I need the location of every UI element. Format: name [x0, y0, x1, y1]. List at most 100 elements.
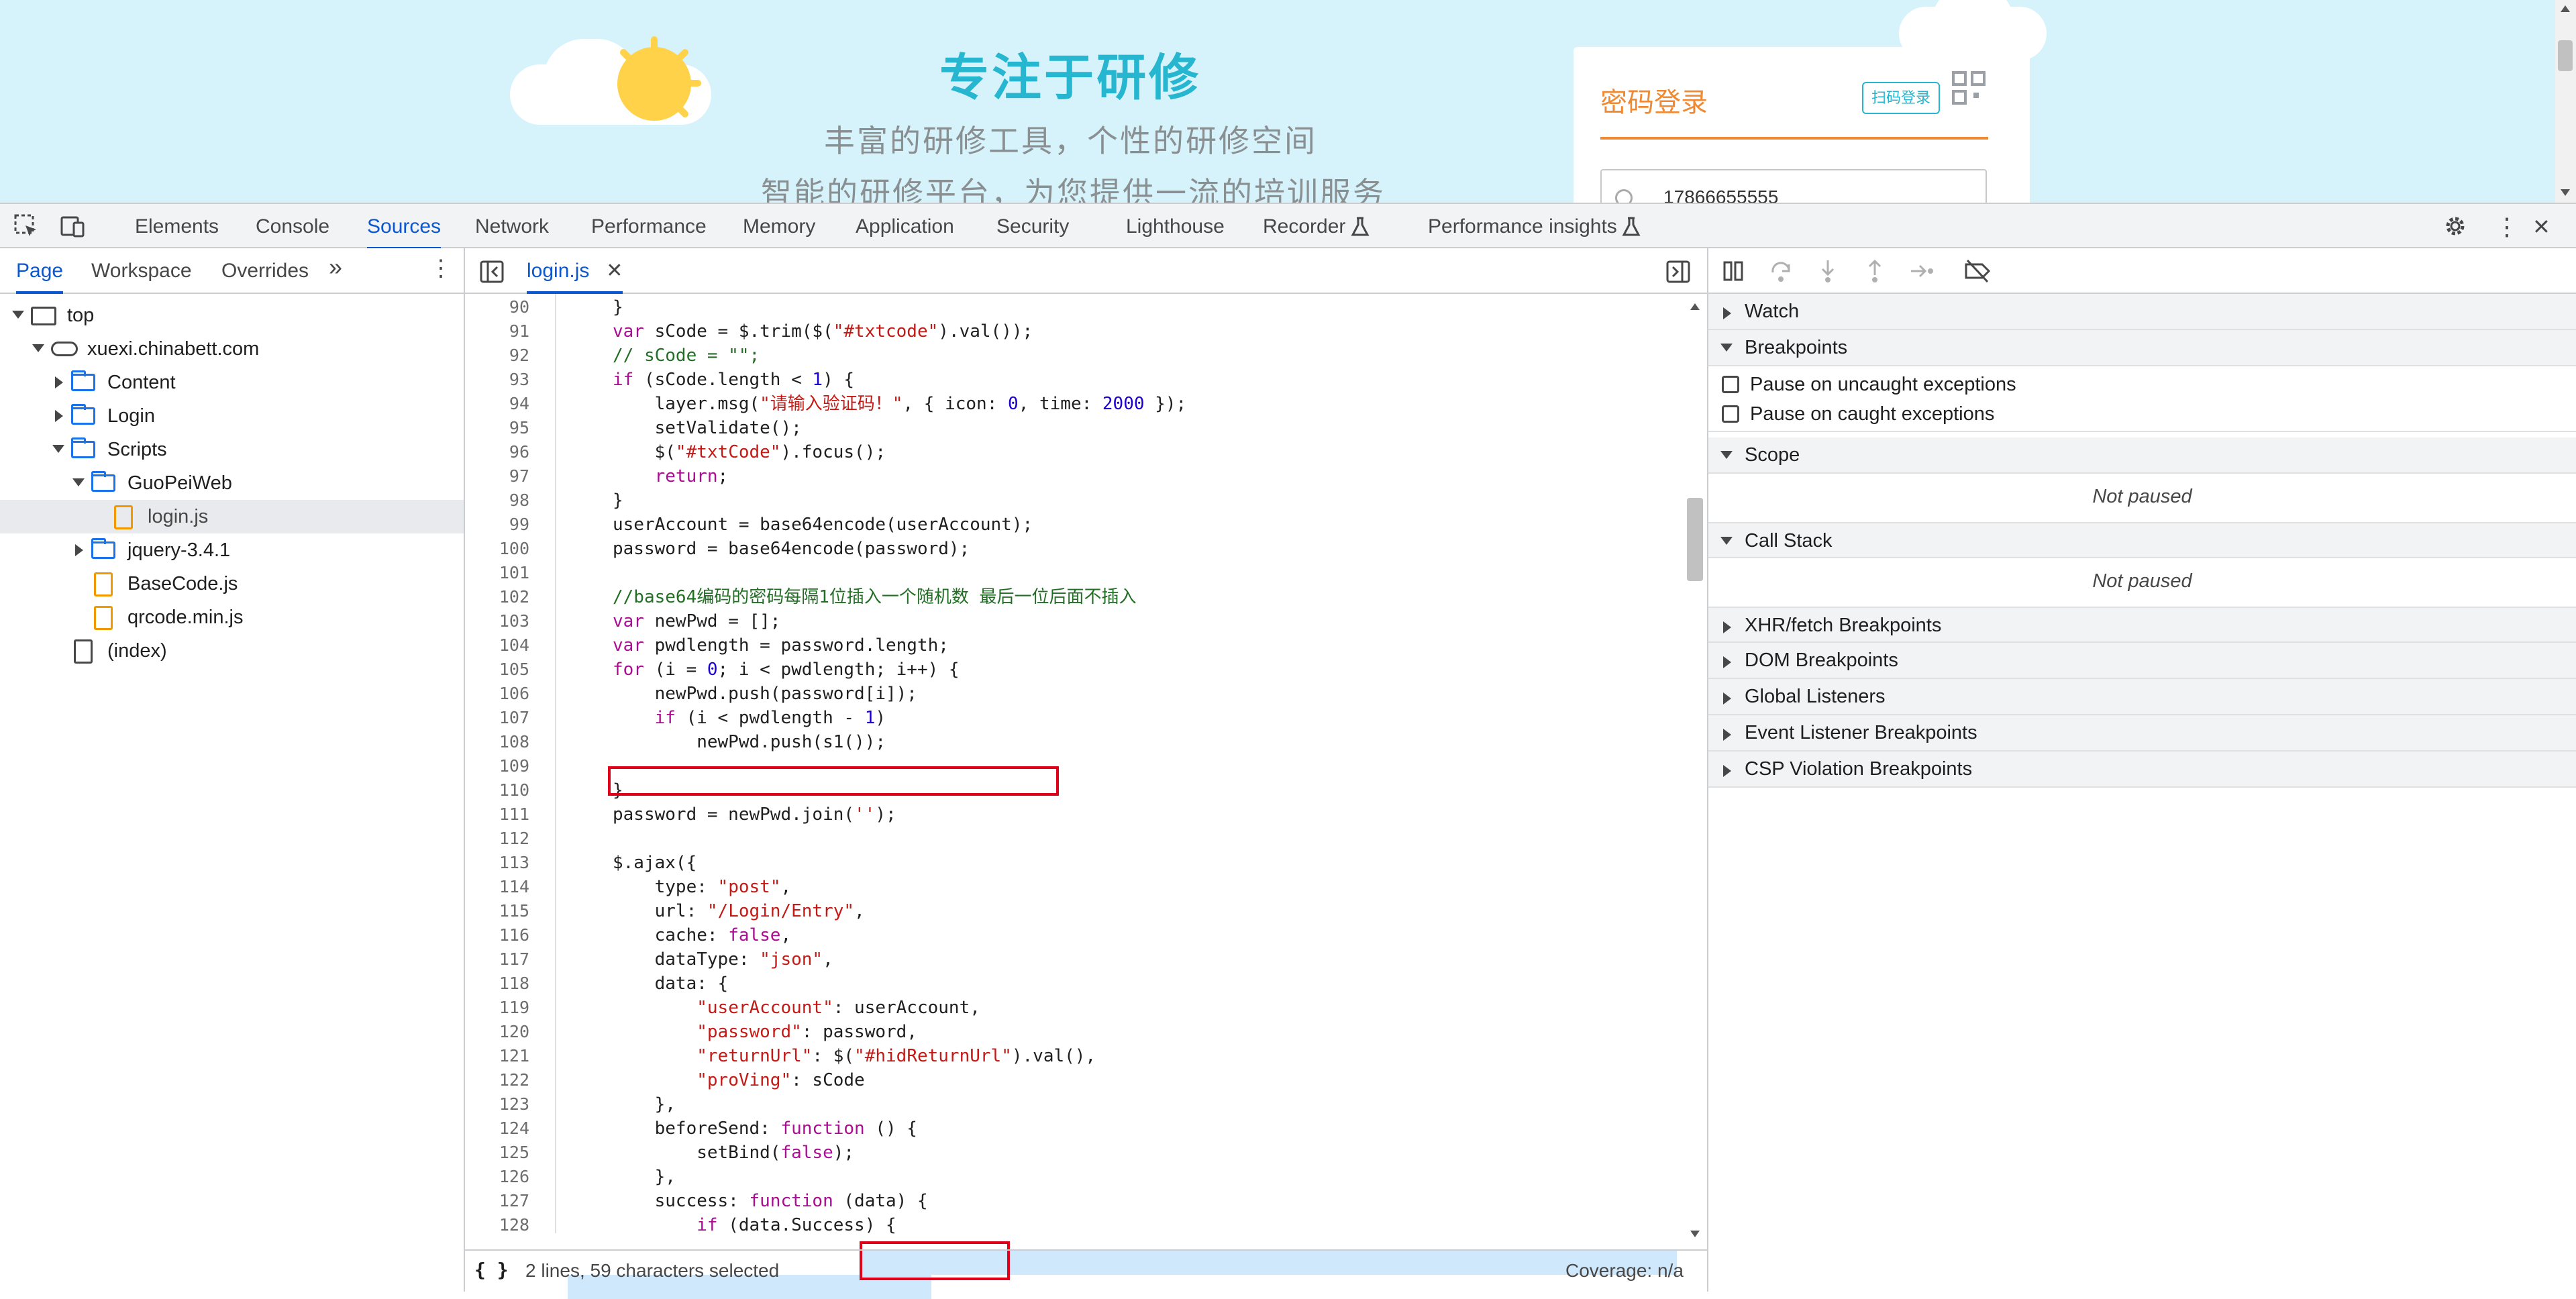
- line-number[interactable]: 128: [465, 1213, 529, 1237]
- toggle-debugger-icon[interactable]: [1666, 260, 1690, 283]
- scroll-down-arrow[interactable]: [1690, 1231, 1700, 1237]
- pause-resume-icon[interactable]: [1722, 259, 1746, 283]
- scroll-up-arrow[interactable]: [1690, 303, 1700, 310]
- tree-item-domain[interactable]: xuexi.chinabett.com: [0, 332, 464, 366]
- page-scrollbar[interactable]: [2555, 0, 2576, 203]
- code-line[interactable]: if (data.Success) {: [613, 1213, 896, 1237]
- code-line[interactable]: var newPwd = [];: [613, 609, 780, 633]
- tree-item-qrcode-js[interactable]: qrcode.min.js: [0, 601, 464, 634]
- code-line[interactable]: password = newPwd.join('');: [613, 802, 896, 827]
- code-line[interactable]: for (i = 0; i < pwdlength; i++) {: [613, 658, 960, 682]
- code-line[interactable]: "returnUrl": $("#hidReturnUrl").val(),: [613, 1044, 1096, 1068]
- line-number[interactable]: 97: [465, 464, 529, 488]
- editor-scrollbar-thumb[interactable]: [1687, 498, 1703, 581]
- line-number[interactable]: 126: [465, 1165, 529, 1189]
- tab-lighthouse[interactable]: Lighthouse: [1126, 213, 1225, 250]
- line-number[interactable]: 96: [465, 440, 529, 464]
- inspect-element-icon[interactable]: [13, 213, 39, 239]
- tab-performance-insights[interactable]: Performance insights: [1428, 213, 1617, 250]
- section-dom-breakpoints[interactable]: DOM Breakpoints: [1708, 643, 2576, 679]
- line-number[interactable]: 121: [465, 1044, 529, 1068]
- step-icon[interactable]: [1910, 259, 1934, 283]
- expand-arrow-icon[interactable]: [1720, 344, 1733, 352]
- code-line[interactable]: beforeSend: function () {: [613, 1116, 917, 1141]
- pause-caught-row[interactable]: Pause on caught exceptions: [1708, 396, 2576, 432]
- expand-arrow-icon[interactable]: [12, 311, 24, 319]
- scroll-down-arrow[interactable]: [2561, 189, 2570, 196]
- code-line[interactable]: dataType: "json",: [613, 947, 833, 972]
- line-number[interactable]: 104: [465, 633, 529, 658]
- code-line[interactable]: newPwd.push(s1());: [613, 730, 886, 754]
- collapse-arrow-icon[interactable]: [1723, 621, 1731, 633]
- line-number[interactable]: 114: [465, 875, 529, 899]
- code-line[interactable]: var pwdlength = password.length;: [613, 633, 949, 658]
- line-number[interactable]: 127: [465, 1189, 529, 1213]
- code-line[interactable]: //base64编码的密码每隔1位插入一个随机数 最后一位后面不插入: [613, 585, 1137, 609]
- code-line[interactable]: success: function (data) {: [613, 1189, 928, 1213]
- tree-item-login[interactable]: Login: [0, 399, 464, 433]
- code-line[interactable]: var sCode = $.trim($("#txtcode").val());: [613, 319, 1033, 344]
- line-number[interactable]: 111: [465, 802, 529, 827]
- pause-uncaught-checkbox[interactable]: [1722, 376, 1739, 393]
- line-number[interactable]: 100: [465, 537, 529, 561]
- section-event-listener-breakpoints[interactable]: Event Listener Breakpoints: [1708, 715, 2576, 751]
- section-csp-violation-breakpoints[interactable]: CSP Violation Breakpoints: [1708, 751, 2576, 788]
- line-number[interactable]: 119: [465, 996, 529, 1020]
- section-xhr-breakpoints[interactable]: XHR/fetch Breakpoints: [1708, 607, 2576, 643]
- tab-memory[interactable]: Memory: [743, 213, 815, 250]
- close-tab-icon[interactable]: ✕: [606, 258, 623, 284]
- tree-item-guopeiweb[interactable]: GuoPeiWeb: [0, 466, 464, 500]
- collapse-arrow-icon[interactable]: [75, 544, 83, 556]
- line-number[interactable]: 124: [465, 1116, 529, 1141]
- qr-code-icon[interactable]: [1951, 70, 1990, 117]
- tab-elements[interactable]: Elements: [135, 213, 219, 250]
- line-number[interactable]: 102: [465, 585, 529, 609]
- file-tab-login-js[interactable]: login.js ✕: [527, 258, 623, 294]
- code-line[interactable]: url: "/Login/Entry",: [613, 899, 865, 923]
- device-toolbar-icon[interactable]: [60, 213, 86, 239]
- toggle-navigator-icon[interactable]: [480, 260, 504, 283]
- line-number[interactable]: 95: [465, 416, 529, 440]
- login-title[interactable]: 密码登录: [1600, 81, 1708, 119]
- tree-item-content[interactable]: Content: [0, 366, 464, 399]
- line-number[interactable]: 107: [465, 706, 529, 730]
- expand-arrow-icon[interactable]: [72, 478, 85, 486]
- line-number[interactable]: 105: [465, 658, 529, 682]
- expand-arrow-icon[interactable]: [1720, 537, 1733, 545]
- line-number[interactable]: 125: [465, 1141, 529, 1165]
- line-number[interactable]: 94: [465, 392, 529, 416]
- code-line[interactable]: cache: false,: [613, 923, 792, 947]
- collapse-arrow-icon[interactable]: [1723, 692, 1731, 705]
- code-line[interactable]: $.ajax({: [613, 851, 697, 875]
- line-number[interactable]: 91: [465, 319, 529, 344]
- line-number[interactable]: 92: [465, 344, 529, 368]
- line-number[interactable]: 113: [465, 851, 529, 875]
- line-number[interactable]: 120: [465, 1020, 529, 1044]
- expand-arrow-icon[interactable]: [1720, 451, 1733, 459]
- code-line[interactable]: newPwd.push(password[i]);: [613, 682, 917, 706]
- line-number[interactable]: 108: [465, 730, 529, 754]
- pretty-print-icon[interactable]: { }: [474, 1259, 509, 1281]
- line-number[interactable]: 112: [465, 827, 529, 851]
- code-line[interactable]: return;: [613, 464, 729, 488]
- tree-item-top[interactable]: top: [0, 299, 464, 332]
- code-line[interactable]: password = base64encode(password);: [613, 537, 970, 561]
- line-number[interactable]: 103: [465, 609, 529, 633]
- collapse-arrow-icon[interactable]: [55, 410, 63, 422]
- navigator-menu-icon[interactable]: ⋮: [429, 255, 452, 291]
- tree-item-login-js[interactable]: login.js: [0, 500, 464, 533]
- collapse-arrow-icon[interactable]: [1723, 729, 1731, 741]
- line-number[interactable]: 109: [465, 754, 529, 778]
- line-number-gutter[interactable]: 90 91 92 93 94 95 96 97 98 99 100 101 102 103 104 105 10…: [465, 294, 556, 1235]
- step-over-icon[interactable]: [1769, 259, 1793, 283]
- tab-recorder[interactable]: Recorder: [1263, 213, 1345, 250]
- more-tabs-icon[interactable]: »: [329, 254, 342, 290]
- tree-item-index[interactable]: (index): [0, 634, 464, 668]
- tab-application[interactable]: Application: [856, 213, 954, 250]
- line-number[interactable]: 98: [465, 488, 529, 513]
- line-number[interactable]: 123: [465, 1092, 529, 1116]
- code-line[interactable]: },: [613, 1092, 676, 1116]
- tab-network[interactable]: Network: [475, 213, 549, 250]
- code-line[interactable]: if (i < pwdlength - 1): [613, 706, 886, 730]
- code-line[interactable]: $("#txtCode").focus();: [613, 440, 886, 464]
